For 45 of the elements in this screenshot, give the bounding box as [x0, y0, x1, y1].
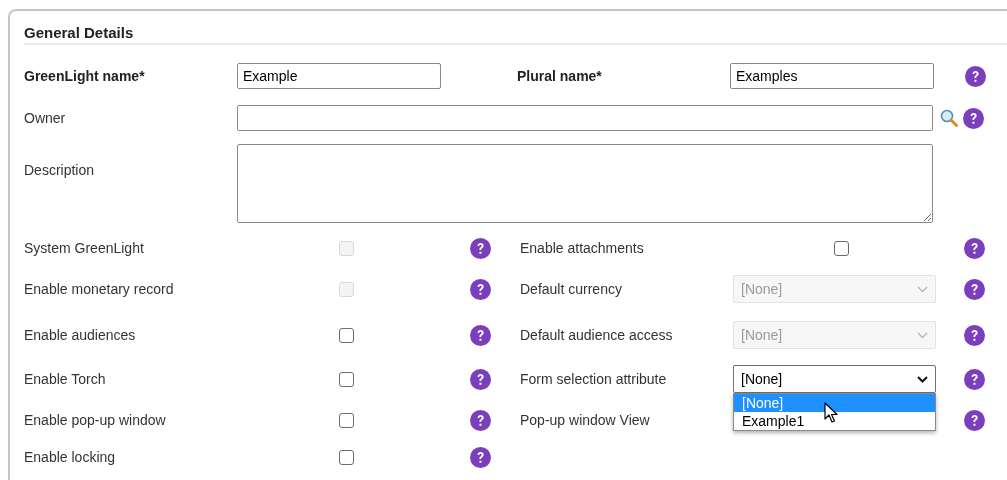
field-label: Pop-up window View	[520, 410, 651, 430]
dropdown-option[interactable]: Example1	[734, 412, 935, 430]
field-label: Enable attachments	[520, 238, 645, 258]
help-icon[interactable]	[965, 65, 986, 87]
help-icon[interactable]	[469, 446, 491, 468]
text-field[interactable]: Examples	[730, 63, 934, 89]
help-icon[interactable]	[469, 324, 491, 346]
field-label: System GreenLight	[24, 238, 145, 258]
field-label: Enable pop-up window	[24, 410, 167, 430]
help-icon[interactable]	[469, 278, 491, 300]
cursor-icon	[824, 402, 838, 423]
text-field[interactable]: Example	[237, 63, 441, 89]
field-label: Default currency	[520, 279, 623, 299]
section-title: General Details	[24, 24, 134, 41]
checkbox[interactable]	[339, 327, 354, 343]
checkbox[interactable]	[339, 449, 354, 465]
help-icon[interactable]	[469, 368, 491, 390]
checkbox[interactable]	[339, 371, 354, 387]
chevron-down-icon	[917, 331, 928, 339]
help-icon[interactable]	[964, 409, 985, 431]
field-label: Plural name*	[517, 66, 603, 86]
field-label: Enable Torch	[24, 369, 107, 389]
field-label: Enable monetary record	[24, 279, 175, 299]
help-icon[interactable]	[963, 107, 984, 129]
text-field[interactable]	[237, 105, 933, 131]
field-label: Description	[24, 161, 96, 180]
field-label: Owner	[24, 108, 67, 128]
search-icon[interactable]	[939, 108, 959, 128]
field-label: Enable audiences	[24, 325, 137, 345]
help-icon[interactable]	[964, 324, 985, 346]
chevron-down-icon	[917, 375, 928, 383]
help-icon[interactable]	[964, 278, 985, 300]
checkbox[interactable]	[339, 412, 354, 428]
checkbox[interactable]	[834, 240, 849, 256]
help-icon[interactable]	[964, 368, 985, 390]
help-icon[interactable]	[469, 237, 491, 259]
field-label: GreenLight name*	[24, 66, 146, 86]
field-label: Enable locking	[24, 447, 117, 467]
description-field[interactable]	[237, 144, 933, 223]
chevron-down-icon	[917, 285, 928, 293]
help-icon[interactable]	[964, 237, 985, 259]
dropdown-select[interactable]: [None]	[733, 365, 936, 393]
field-label: Form selection attribute	[520, 369, 668, 389]
field-label: Default audience access	[520, 325, 674, 345]
help-icon[interactable]	[469, 409, 491, 431]
